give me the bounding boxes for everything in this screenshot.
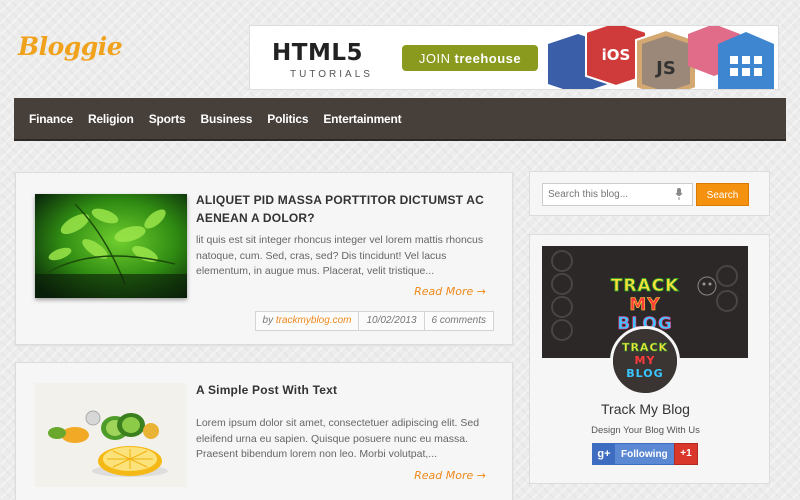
post-title[interactable]: ALIQUET PID MASSA PORTTITOR DICTUMST AC …	[196, 191, 501, 227]
post-date: 10/02/2013	[359, 312, 425, 330]
post-thumbnail[interactable]	[35, 383, 187, 487]
blog-avatar[interactable]: TRACK MY BLOG	[610, 326, 680, 396]
avatar-text-my: MY	[635, 354, 656, 367]
search-button[interactable]: Search	[696, 183, 749, 206]
banner-cta-prefix: JOIN	[418, 50, 451, 66]
post-author: by trackmyblog.com	[256, 312, 360, 330]
ad-banner[interactable]: HTML5 TUTORIALS JOIN treehouse iOS JS	[249, 25, 779, 90]
google-plus-icon: g+	[593, 444, 615, 464]
post-card: A Simple Post With Text Lorem ipsum dolo…	[15, 362, 513, 500]
avatar-text-blog: BLOG	[626, 367, 663, 380]
blog-description: Design Your Blog With Us	[591, 425, 700, 436]
follow-label: Following	[621, 448, 668, 460]
blog-profile-widget: TRACK MY BLOG TRACK MY BLOG Track My Blo…	[529, 234, 770, 484]
nav-item-religion[interactable]: Religion	[88, 112, 134, 126]
search-widget: Search	[529, 171, 770, 216]
nav-item-business[interactable]: Business	[201, 112, 253, 126]
microphone-icon[interactable]	[675, 188, 683, 200]
nav-item-finance[interactable]: Finance	[29, 112, 73, 126]
post-excerpt: lit quis est sit integer rhoncus integer…	[196, 234, 484, 277]
banner-title: HTML5	[272, 40, 363, 66]
post-meta: by trackmyblog.com 10/02/2013 6 comments	[254, 311, 494, 331]
author-link[interactable]: trackmyblog.com	[276, 315, 352, 326]
blog-name[interactable]: Track My Blog	[530, 401, 761, 417]
nav-item-sports[interactable]: Sports	[149, 112, 186, 126]
plus-one-button[interactable]: +1	[674, 443, 698, 465]
site-logo[interactable]: Bloggie	[18, 32, 123, 61]
post-thumbnail[interactable]	[35, 194, 187, 298]
banner-subtitle: TUTORIALS	[290, 69, 373, 80]
main-navigation: Finance Religion Sports Business Politic…	[14, 98, 786, 141]
badge-ios: iOS	[602, 46, 631, 64]
banner-badges-graphic: iOS JS	[548, 26, 774, 89]
post-comments-link[interactable]: 6 comments	[425, 312, 493, 330]
avatar-text-track: TRACK	[622, 341, 668, 354]
read-more-link[interactable]: Read More →	[414, 469, 486, 482]
post-card: ALIQUET PID MASSA PORTTITOR DICTUMST AC …	[15, 172, 513, 345]
read-more-link[interactable]: Read More →	[414, 285, 486, 298]
cover-text-track: TRACK	[611, 276, 680, 296]
nav-item-entertainment[interactable]: Entertainment	[323, 112, 401, 126]
post-excerpt: Lorem ipsum dolor sit amet, consectetuer…	[196, 417, 480, 460]
post-title[interactable]: A Simple Post With Text	[196, 381, 501, 399]
nav-item-politics[interactable]: Politics	[267, 112, 308, 126]
cover-text-my: MY	[629, 295, 660, 315]
banner-cta-brand: treehouse	[454, 50, 522, 66]
banner-join-button[interactable]: JOIN treehouse	[402, 45, 538, 71]
badge-js: JS	[654, 58, 676, 79]
search-input[interactable]	[542, 183, 693, 206]
